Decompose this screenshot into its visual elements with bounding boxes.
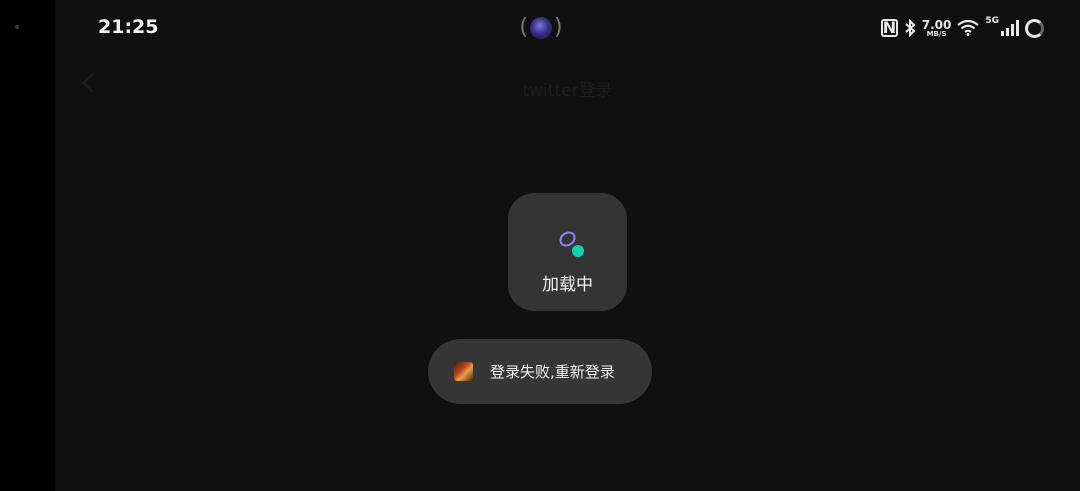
page-title: twitter登录 [522,81,613,101]
left-bezel [0,0,55,491]
camera-dot [15,25,19,29]
spinner-dot-icon [572,245,584,257]
bluetooth-icon [905,19,916,37]
net-speed: 7.00 MB/S [921,17,952,38]
status-icons: N 7.00 MB/S 5G [880,14,1044,42]
media-avatar-icon [530,17,552,39]
app-icon [454,362,473,381]
toast: 登录失败,重新登录 [428,339,652,404]
wifi-icon [957,20,980,36]
app-header: twitter登录 [55,60,1080,112]
network-type: 5G [985,16,999,26]
dynamic-island[interactable]: ( ) [519,13,563,43]
loading-label: 加载中 [542,275,593,295]
status-bar: 21:25 ( ) N 7.00 MB/S 5G [55,0,1080,56]
battery-ring-icon [1025,18,1044,38]
nfc-icon: N [880,18,898,37]
status-time: 21:25 [98,16,159,38]
loading-dialog: 加载中 [508,193,627,311]
toast-message: 登录失败,重新登录 [490,363,615,381]
signal-icon [1001,20,1019,36]
